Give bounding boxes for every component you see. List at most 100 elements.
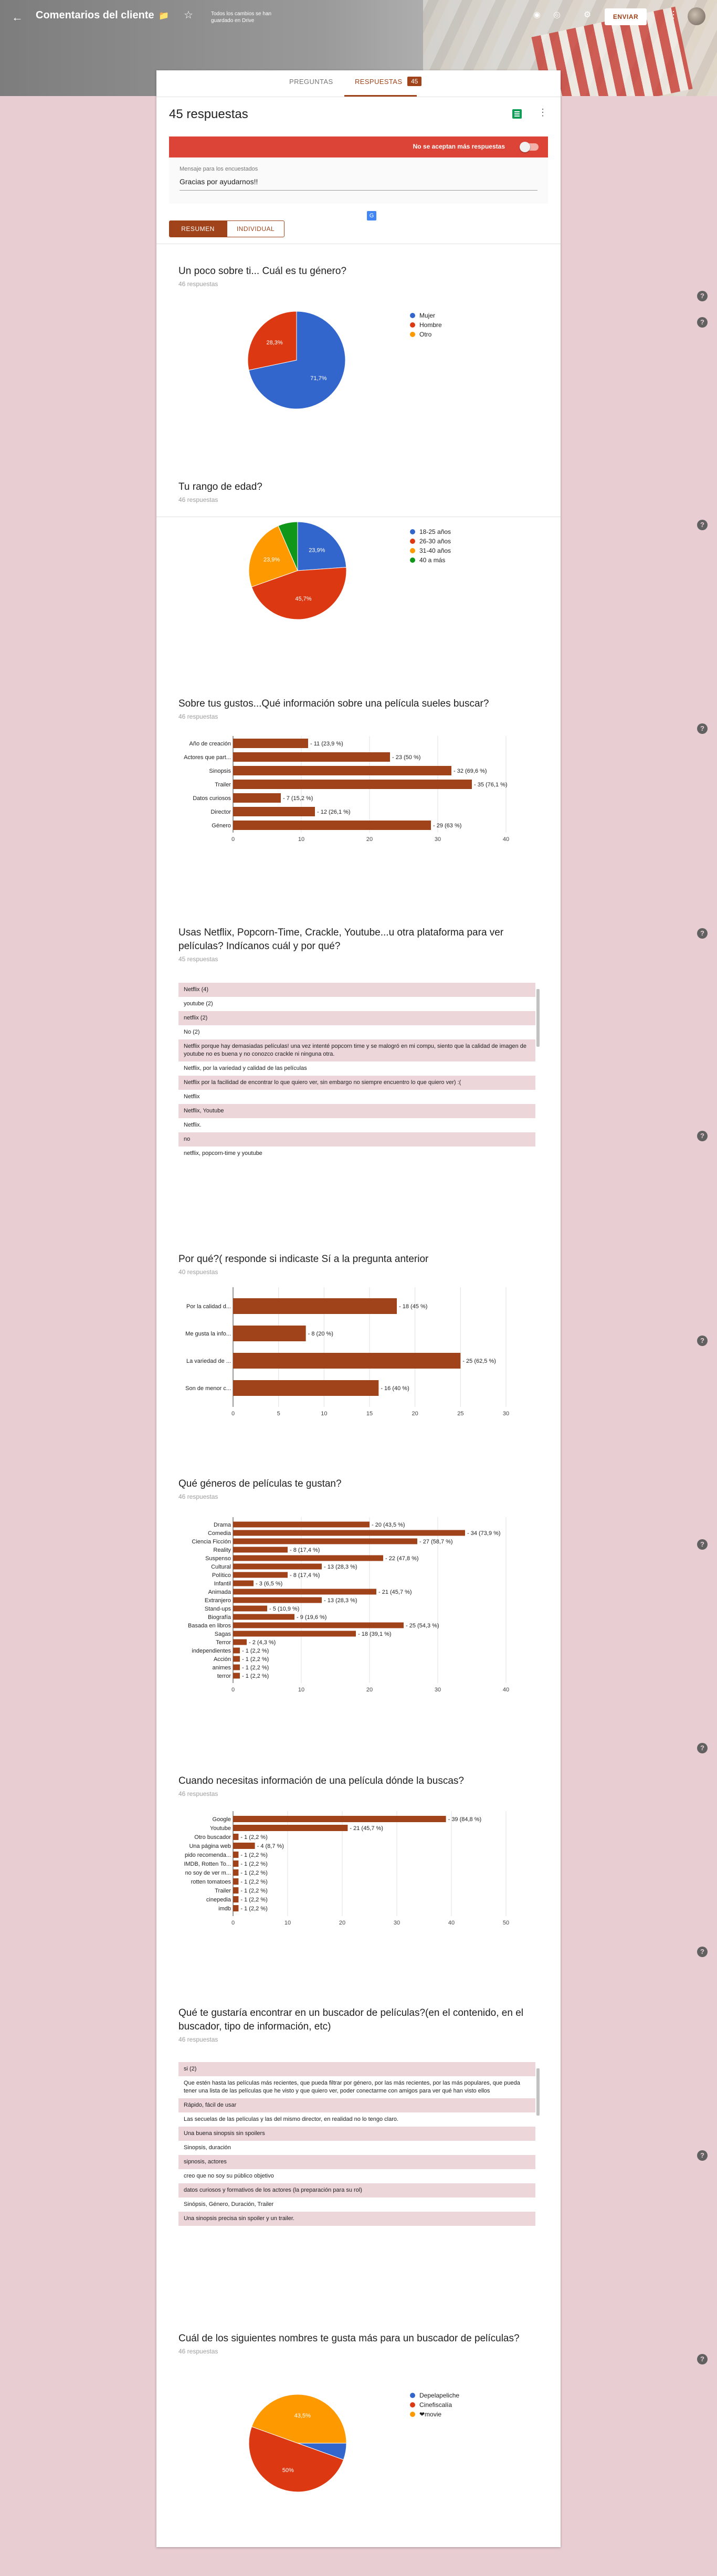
slice-label: 28,3% — [267, 340, 283, 346]
help-icon[interactable]: ? — [697, 1131, 708, 1141]
help-icon[interactable]: ? — [697, 1947, 708, 1957]
help-icon[interactable]: ? — [697, 723, 708, 734]
value-label: - 34 (73,9 %) — [467, 1530, 501, 1537]
question-title: Qué géneros de películas te gustan? — [178, 1478, 342, 1489]
category-label: Trailer — [215, 1888, 231, 1894]
bar — [233, 1572, 288, 1578]
legend-item: 26-30 años — [410, 537, 451, 546]
q8-response-item: si (2) — [178, 2062, 535, 2076]
value-label: - 8 (20 %) — [308, 1331, 333, 1337]
tick-label: 40 — [448, 1920, 455, 1926]
scrollbar-thumb[interactable] — [536, 2068, 540, 2116]
q4-response-item: netflix, popcorn-time y youtube — [178, 1147, 535, 1161]
settings-gear-icon[interactable]: ⚙ — [582, 9, 593, 21]
bar — [233, 1834, 239, 1840]
bar — [233, 1631, 356, 1637]
preview-eye-icon[interactable]: ◎ — [551, 9, 563, 21]
account-avatar[interactable] — [688, 7, 705, 25]
q4-response-item: Netflix — [178, 1090, 535, 1104]
folder-icon[interactable]: 📁 — [159, 10, 169, 21]
category-label: Sagas — [215, 1631, 231, 1637]
age-legend: 18-25 años 26-30 años 31-40 años 40 a má… — [410, 527, 451, 565]
bar — [233, 1878, 239, 1885]
help-icon[interactable]: ? — [697, 317, 708, 328]
q4-response-item: youtube (2) — [178, 997, 535, 1011]
question-title: Usas Netflix, Popcorn-Time, Crackle, You… — [178, 927, 504, 952]
bar — [233, 1664, 240, 1670]
slice-label: 23,9% — [309, 548, 325, 554]
value-label: - 1 (2,2 %) — [240, 1852, 267, 1858]
help-icon[interactable]: ? — [697, 1336, 708, 1346]
bar — [233, 1622, 404, 1628]
question-title: Sobre tus gustos...Qué información sobre… — [178, 698, 489, 709]
category-label: Político — [212, 1572, 231, 1579]
bar-chart-5: 0 10 20 30 40 50 Google - 39 (84,8 %) Youtube - 2… — [184, 1811, 509, 1926]
category-label: Datos curiosos — [193, 795, 231, 802]
category-label: Me gusta la info... — [185, 1331, 231, 1337]
value-label: - 1 (2,2 %) — [240, 1861, 267, 1867]
help-icon[interactable]: ? — [697, 2150, 708, 2161]
value-label: - 5 (10,9 %) — [269, 1606, 299, 1612]
tick-label: 15 — [366, 1411, 373, 1417]
more-vert-icon[interactable]: ⋮ — [669, 9, 678, 20]
help-icon[interactable]: ? — [697, 1743, 708, 1753]
category-label: imdb — [218, 1906, 231, 1912]
q8-scrollbar[interactable] — [535, 2062, 541, 2264]
category-label: Terror — [216, 1639, 231, 1646]
bar — [233, 1589, 376, 1595]
question-7: Cuando necesitas información de una pelí… — [178, 1774, 541, 1797]
save-status: Todos los cambios se han guardado en Dri… — [211, 11, 272, 24]
value-label: - 25 (62,5 %) — [462, 1358, 496, 1364]
bar — [233, 1298, 397, 1314]
tick-label: 0 — [231, 836, 235, 843]
form-title[interactable]: Comentarios del cliente — [36, 9, 154, 22]
value-label: - 1 (2,2 %) — [242, 1665, 269, 1671]
tick-label: 30 — [503, 1411, 509, 1417]
tick-label: 0 — [231, 1411, 235, 1417]
palette-icon[interactable]: ◉ — [531, 9, 543, 21]
q4-response-item: Netflix (4) — [178, 983, 535, 997]
q4-scrollbar[interactable] — [535, 983, 541, 1187]
q8-responses-list[interactable]: si (2) Que estén hasta las películas más … — [178, 2062, 535, 2264]
category-label: Reality — [213, 1547, 231, 1553]
help-icon[interactable]: ? — [697, 1539, 708, 1550]
value-label: - 1 (2,2 %) — [240, 1834, 267, 1841]
category-label: Género — [212, 823, 231, 829]
value-label: - 9 (19,6 %) — [297, 1614, 326, 1621]
tick-label: 30 — [394, 1920, 400, 1926]
tick-label: 10 — [298, 1687, 304, 1693]
pie-chart-0: 71,7% 28,3% — [247, 311, 346, 409]
legend-item: ❤movie — [410, 2410, 459, 2419]
value-label: - 32 (69,6 %) — [454, 768, 487, 774]
help-icon[interactable]: ? — [697, 520, 708, 530]
tick-label: 30 — [435, 836, 441, 843]
value-label: - 25 (54,3 %) — [406, 1623, 439, 1629]
tick-label: 10 — [321, 1411, 327, 1417]
help-icon[interactable]: ? — [697, 291, 708, 301]
tick-label: 0 — [231, 1687, 235, 1693]
question-title: Qué te gustaría encontrar en un buscador… — [178, 2007, 523, 2032]
scrollbar-thumb[interactable] — [536, 989, 540, 1047]
star-icon[interactable]: ☆ — [184, 8, 193, 22]
value-label: - 1 (2,2 %) — [240, 1870, 267, 1876]
q4-responses-list[interactable]: Netflix (4) youtube (2) netflix (2) No (2) N… — [178, 983, 535, 1187]
response-count: 46 respuestas — [178, 2036, 218, 2043]
help-icon[interactable]: ? — [697, 928, 708, 939]
value-label: - 23 (50 %) — [392, 754, 420, 761]
bar — [233, 1639, 247, 1645]
pie-chart-1: 23,9% 45,7% 23,9% — [248, 521, 347, 620]
pie-slice — [297, 521, 347, 571]
tick-label: 20 — [366, 836, 373, 843]
tick-label: 40 — [503, 836, 509, 843]
bar — [233, 1538, 417, 1544]
value-label: - 18 (45 %) — [399, 1303, 427, 1310]
value-label: - 8 (17,4 %) — [290, 1572, 320, 1579]
response-count: 46 respuestas — [178, 1493, 218, 1500]
back-arrow-icon[interactable]: ← — [12, 10, 23, 24]
help-icon[interactable]: ? — [697, 2354, 708, 2364]
q8-response-item: Una buena sinopsis sin spoilers — [178, 2127, 535, 2141]
send-button[interactable]: ENVIAR — [605, 8, 647, 25]
bar — [233, 1597, 322, 1603]
value-label: - 4 (8,7 %) — [257, 1843, 284, 1849]
tick-label: 20 — [339, 1920, 345, 1926]
